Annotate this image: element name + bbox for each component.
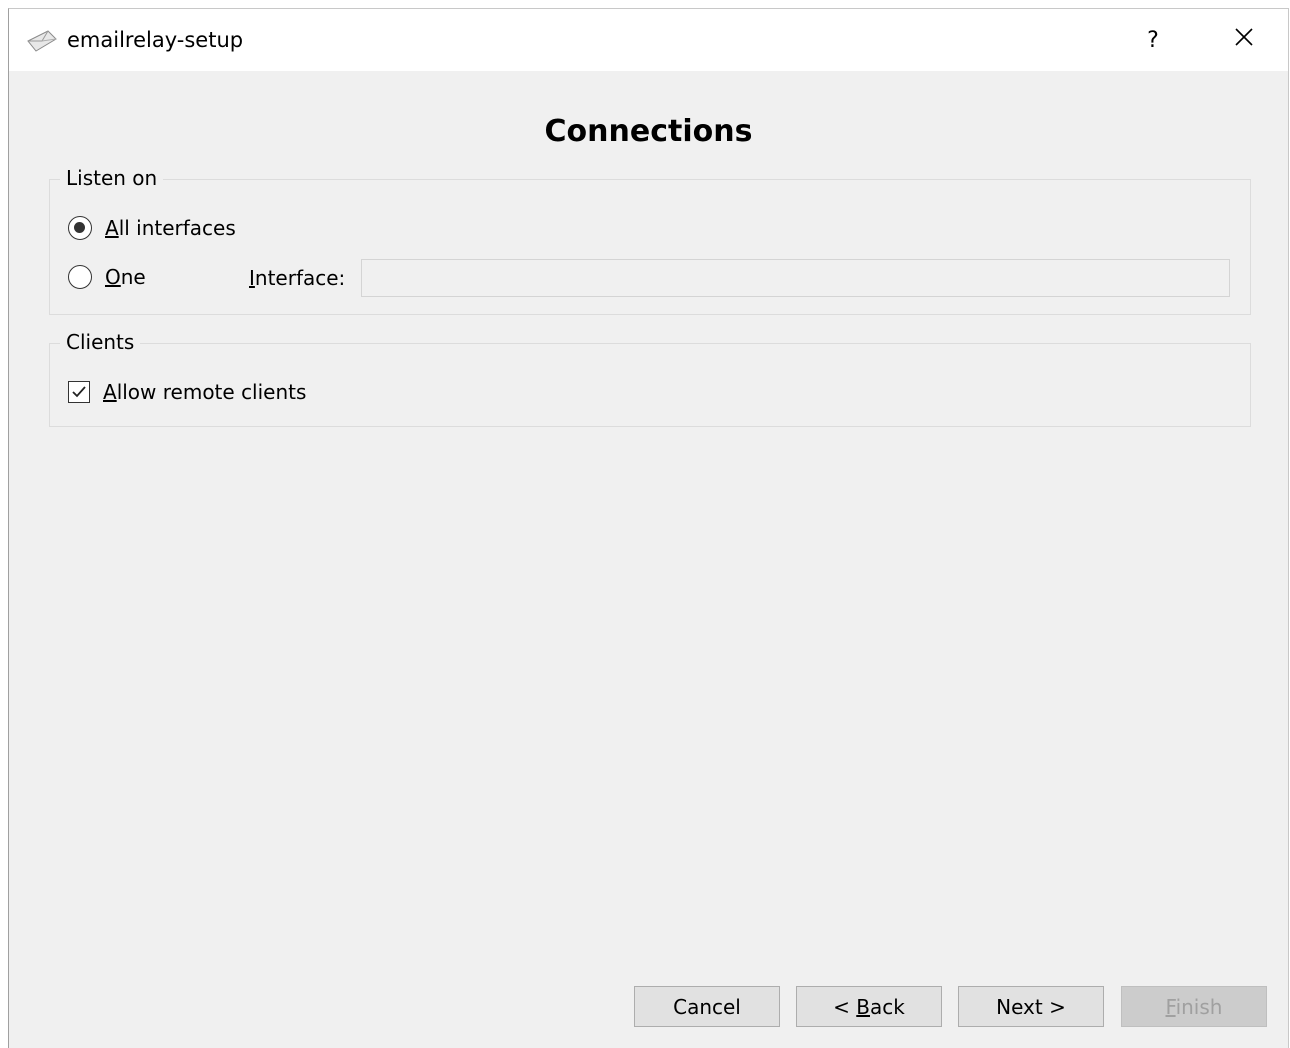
close-button[interactable]: [1221, 9, 1267, 71]
one-interface-label[interactable]: One: [105, 264, 146, 290]
cancel-button[interactable]: Cancel: [634, 986, 780, 1027]
listen-on-group-title: Listen on: [60, 165, 164, 191]
cancel-button-label: Cancel: [673, 994, 741, 1019]
interface-input[interactable]: [361, 259, 1230, 297]
title-bar[interactable]: emailrelay-setup ?: [9, 9, 1288, 71]
back-button-label: < Back: [833, 994, 905, 1019]
clients-group-title: Clients: [60, 329, 141, 355]
close-icon: [1234, 27, 1254, 53]
allow-remote-clients-checkbox[interactable]: [68, 381, 90, 403]
allow-remote-clients-label[interactable]: Allow remote clients: [103, 379, 306, 405]
next-button-label: Next >: [996, 994, 1066, 1019]
interface-label: Interface:: [249, 266, 346, 290]
next-button[interactable]: Next >: [958, 986, 1104, 1027]
setup-window: emailrelay-setup ? Connections Listen on…: [8, 8, 1289, 1048]
help-icon: ?: [1147, 27, 1159, 53]
finish-button-label: Finish: [1165, 994, 1223, 1019]
all-interfaces-label[interactable]: All interfaces: [105, 215, 236, 241]
window-title: emailrelay-setup: [67, 28, 244, 52]
envelope-icon: [26, 29, 58, 53]
one-interface-radio[interactable]: [68, 265, 92, 289]
help-button[interactable]: ?: [1130, 9, 1176, 71]
page-title: Connections: [544, 114, 753, 149]
all-interfaces-radio[interactable]: [68, 216, 92, 240]
back-button[interactable]: < Back: [796, 986, 942, 1027]
checkmark-icon: [72, 386, 86, 398]
finish-button[interactable]: Finish: [1121, 986, 1267, 1027]
